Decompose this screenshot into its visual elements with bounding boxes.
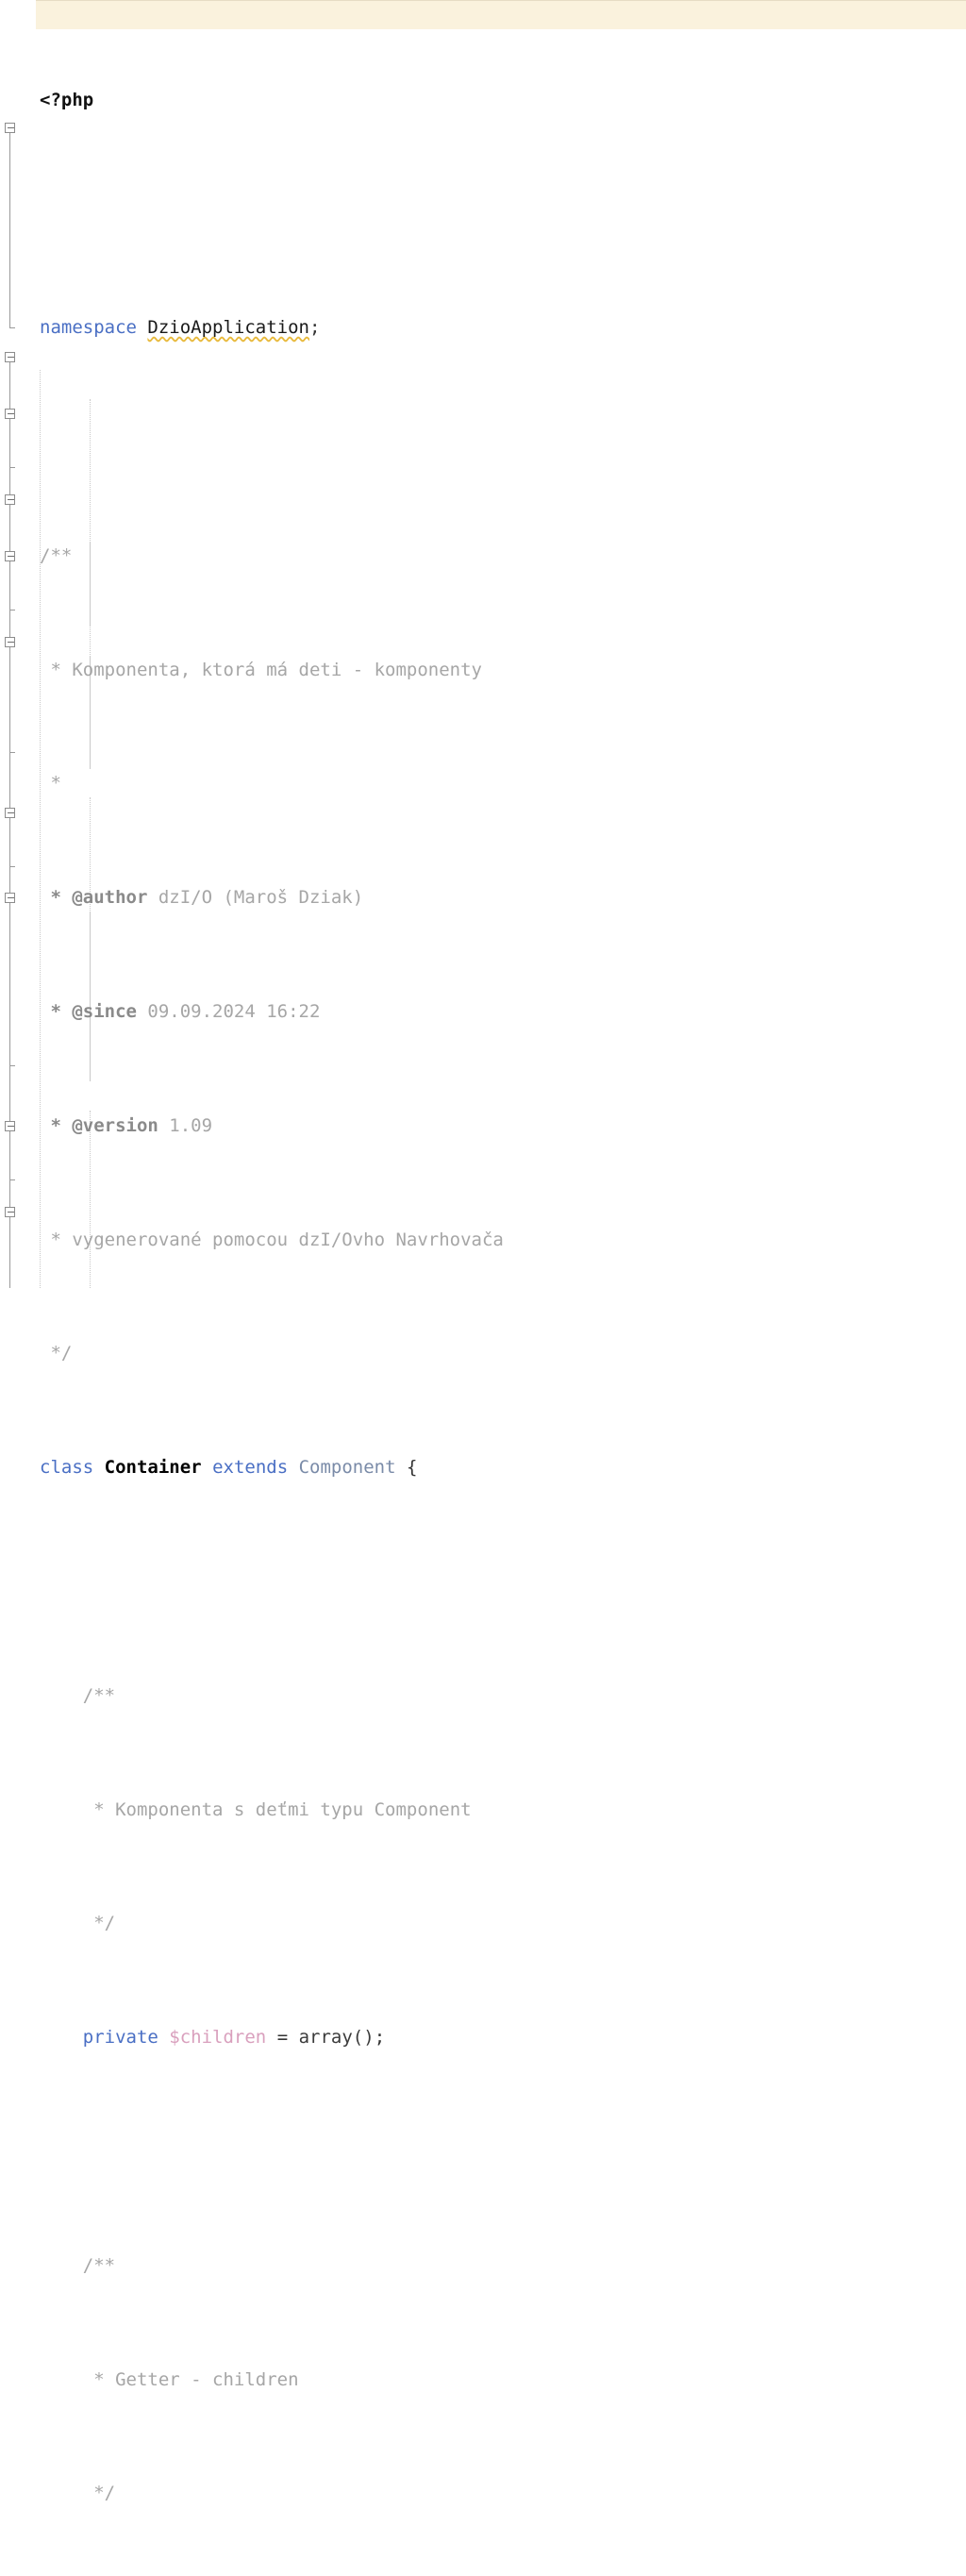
code-line: * vygenerované pomocou dzI/Ovho Navrhova… — [40, 1226, 514, 1254]
code-line: * Komponenta, ktorá má deti - komponenty — [40, 656, 514, 684]
docblock-tag-since: * @since — [40, 1000, 137, 1022]
keyword-namespace: namespace — [40, 317, 137, 339]
keyword-extends: extends — [212, 1457, 289, 1479]
fold-toggle-property-decl[interactable] — [5, 494, 15, 505]
assign-operator: = — [276, 2027, 289, 2049]
fold-toggle-setter-docblock[interactable] — [5, 808, 15, 818]
docblock-generated-note: * vygenerované pomocou dzI/Ovho Navrhova… — [40, 1229, 504, 1250]
fold-toggle-constructor-method[interactable] — [5, 1207, 15, 1217]
class-name: Container — [104, 1457, 202, 1479]
docblock-open: /** — [40, 544, 73, 566]
keyword-private: private — [82, 2027, 158, 2049]
docblock-value-since: 09.09.2024 16:22 — [147, 1000, 321, 1022]
code-line: * @since 09.09.2024 16:22 — [40, 997, 514, 1026]
code-line: class Container extends Component { — [40, 1453, 514, 1481]
semicolon: ; — [309, 317, 321, 339]
code-line: * Komponenta s deťmi typu Component — [40, 1796, 514, 1824]
docblock-value-version: 1.09 — [169, 1114, 213, 1136]
code-line: /** — [40, 2251, 514, 2280]
docblock-blank: * — [40, 773, 61, 795]
parent-class-name: Component — [298, 1457, 396, 1479]
fold-toggle-setter-method[interactable] — [5, 893, 15, 903]
code-line: /** — [40, 1681, 514, 1710]
docblock-close: */ — [82, 1913, 116, 1934]
fold-end-getter-method — [9, 752, 15, 753]
docblock-tag-author: * @author — [40, 887, 148, 909]
fold-end-property-docblock — [9, 467, 15, 468]
fold-toggle-property-docblock[interactable] — [5, 409, 15, 419]
semicolon: ; — [374, 2027, 386, 2049]
fold-end-getter-docblock — [9, 610, 15, 611]
code-line: <?php — [40, 86, 514, 114]
docblock-text: * Getter - children — [82, 2368, 299, 2390]
fold-end-setter-docblock — [9, 866, 15, 867]
source-code-text[interactable]: <?php namespace DzioApplication; /** * K… — [40, 0, 514, 2576]
docblock-value-author: dzI/O (Maroš Dziak) — [158, 887, 364, 909]
fold-toggle-getter-method[interactable] — [5, 637, 15, 647]
namespace-name: DzioApplication — [147, 317, 309, 339]
docblock-open: /** — [82, 2254, 116, 2276]
property-name: $children — [169, 2027, 267, 2049]
fold-toggle-class-docblock[interactable] — [5, 123, 15, 133]
code-line: * — [40, 769, 514, 797]
code-line: /** — [40, 542, 514, 570]
docblock-text: * Komponenta s deťmi typu Component — [82, 1798, 472, 1820]
code-line: * @author dzI/O (Maroš Dziak) — [40, 883, 514, 912]
fold-toggle-getter-docblock[interactable] — [5, 551, 15, 561]
code-line: * @version 1.09 — [40, 1112, 514, 1140]
code-line: */ — [40, 1909, 514, 1937]
fold-end-setter-method — [9, 1065, 15, 1066]
php-open-tag: <?php — [40, 89, 94, 110]
open-brace: { — [407, 1457, 418, 1479]
fold-connector — [9, 133, 10, 325]
keyword-class: class — [40, 1457, 94, 1479]
code-folding-gutter[interactable] — [0, 0, 36, 1288]
docblock-open: /** — [82, 1684, 116, 1706]
code-line: private $children = array(); — [40, 2023, 514, 2051]
fold-toggle-class-body[interactable] — [5, 352, 15, 362]
code-line: * Getter - children — [40, 2366, 514, 2394]
fold-end-class-docblock — [9, 311, 15, 328]
array-literal: array() — [298, 2027, 375, 2049]
docblock-tag-version: * @version — [40, 1114, 158, 1136]
fold-toggle-constructor-docblock[interactable] — [5, 1121, 15, 1131]
code-editor[interactable]: <?php namespace DzioApplication; /** * K… — [0, 0, 966, 2503]
docblock-close: */ — [82, 2483, 116, 2504]
code-line: namespace DzioApplication; — [40, 313, 514, 342]
docblock-close: */ — [40, 1343, 73, 1364]
fold-end-constructor-docblock — [9, 1179, 15, 1180]
docblock-description: * Komponenta, ktorá má deti - komponenty — [40, 659, 482, 680]
code-line: */ — [40, 1339, 514, 1367]
code-line: */ — [40, 2479, 514, 2507]
